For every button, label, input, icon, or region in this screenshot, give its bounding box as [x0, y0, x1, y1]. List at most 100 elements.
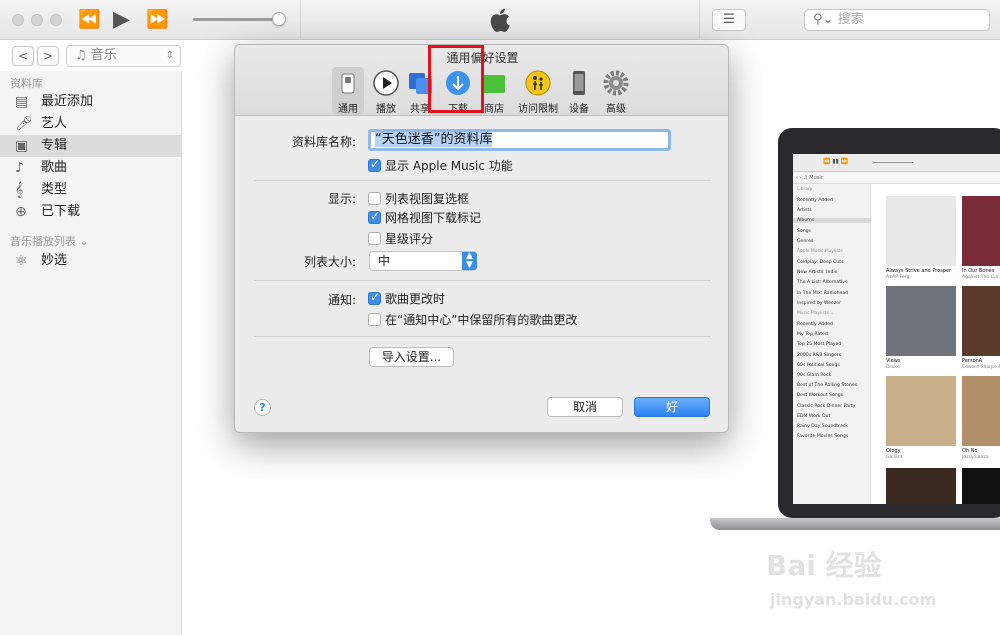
microphone-icon: 🎤︎	[15, 116, 33, 132]
screen-album-cover	[886, 286, 956, 356]
screen-album-cover	[962, 196, 1000, 266]
ok-button[interactable]: 好	[634, 397, 710, 417]
library-name-label: 资料库名称:	[291, 135, 356, 149]
show-apple-music-label: 显示 Apple Music 功能	[385, 159, 513, 173]
screen-album-artist: Drake	[886, 365, 900, 370]
tab-label: 访问限制	[518, 104, 558, 115]
star-rating-label: 星级评分	[385, 232, 434, 246]
show-label: 显示:	[327, 192, 356, 206]
list-checkbox-option[interactable]	[368, 192, 381, 205]
list-size-select[interactable]: 中	[369, 251, 477, 271]
show-apple-music-checkbox[interactable]	[368, 157, 381, 172]
screen-sidebar-item: Recently Added	[797, 198, 833, 203]
library-name-value: “天色迷香”的资料库	[375, 132, 493, 147]
tab-devices[interactable]: 设备	[565, 67, 593, 115]
search-input[interactable]: ⚲⌄ 搜索	[804, 9, 990, 31]
screen-album-cover	[962, 468, 1000, 504]
tab-general[interactable]: 通用	[332, 67, 364, 115]
screen-sidebar-item: Recently Added	[797, 322, 833, 327]
search-icon: ⚲⌄	[813, 12, 834, 27]
screen-playback-icons: ⏪ ▮▮ ⏩	[823, 158, 849, 165]
star-rating-option[interactable]	[368, 232, 381, 245]
screen-nav: ‹ › ♫ Music	[793, 172, 1000, 184]
volume-slider[interactable]	[193, 18, 281, 21]
playlists-header[interactable]: 音乐播放列表 ⌄	[10, 233, 89, 249]
note-icon: ♫	[75, 48, 91, 63]
laptop-lid: ⏪ ▮▮ ⏩ ‹ › ♫ Music Library Recently Added…	[778, 128, 1000, 518]
back-button[interactable]: <	[12, 46, 34, 66]
tab-playback[interactable]: 播放	[371, 67, 401, 115]
tab-advanced[interactable]: 高级	[601, 67, 631, 115]
import-settings-button[interactable]: 导入设置...	[369, 347, 454, 367]
screen-album-artist: Gallant	[886, 455, 903, 460]
media-type-value: 音乐	[90, 48, 117, 63]
laptop-illustration: ⏪ ▮▮ ⏩ ‹ › ♫ Music Library Recently Added…	[710, 128, 1000, 530]
screen-album-cover	[886, 376, 956, 446]
song-change-notify-option[interactable]	[368, 290, 381, 305]
gear-icon	[603, 70, 629, 96]
keep-in-notification-center-option[interactable]	[368, 313, 381, 326]
note-icon: ♪	[15, 160, 24, 176]
screen-album-title: Ology	[886, 448, 901, 454]
general-switch-icon	[341, 73, 355, 94]
sidebar-item-songs[interactable]: ♪ 歌曲	[0, 157, 182, 179]
list-size-label: 列表大小:	[303, 255, 356, 269]
search-placeholder: 搜索	[837, 12, 864, 27]
help-button[interactable]: ?	[254, 399, 271, 416]
screen-sidebar-item: New Artists: Indie	[797, 270, 838, 276]
list-view-icon[interactable]: ☰	[712, 9, 746, 31]
sidebar-item-genius[interactable]: ⚛ 妙选	[0, 250, 182, 272]
sidebar-item-recently-added[interactable]: ▤ 最近添加	[0, 91, 182, 113]
sidebar-item-label: 最近添加	[41, 94, 94, 109]
song-change-notify-label: 歌曲更改时	[385, 292, 446, 306]
zoom-window-button[interactable]	[50, 14, 62, 26]
screen-album-artist: Edward Sharpe &	[962, 365, 1000, 370]
screen-sidebar-item: Classic Rock Dinner Party	[797, 403, 856, 409]
screen-album-artist: Against The Cur	[962, 275, 999, 280]
library-name-field[interactable]: “天色迷香”的资料库	[368, 129, 671, 151]
screen-sidebar-item: Rainy Day Soundtrack	[797, 424, 848, 429]
cancel-button[interactable]: 取消	[547, 397, 623, 417]
volume-knob[interactable]	[272, 12, 286, 26]
rewind-icon[interactable]: ⏪	[78, 8, 100, 32]
forward-button[interactable]: >	[37, 46, 59, 66]
title-bar: ⏪ ▶ ⏩ ☰ ⚲⌄ 搜索	[0, 0, 1000, 40]
play-icon[interactable]: ▶	[113, 8, 130, 32]
apple-icon	[490, 8, 510, 32]
sidebar-item-genres[interactable]: 𝄞 类型	[0, 179, 182, 201]
divider	[254, 180, 711, 181]
grid-download-badge-option[interactable]	[368, 209, 381, 224]
close-window-button[interactable]	[12, 14, 24, 26]
parental-restriction-icon	[525, 70, 551, 96]
screen-sidebar-item: 2000s R&B Singers	[797, 352, 842, 358]
screen-album-artist: Jessy Lanza	[962, 455, 989, 460]
screen-sidebar-item: In The Mix: Radiohead	[797, 290, 849, 296]
sidebar-item-label: 类型	[41, 182, 68, 197]
media-type-select[interactable]: ♫ 音乐 ⇕	[66, 45, 181, 67]
album-icon: ▣	[15, 138, 29, 154]
screen-sidebar-item: EDM Work Out	[797, 413, 831, 419]
screen-sidebar-item: Best Workout Songs	[797, 393, 844, 399]
tab-restrictions[interactable]: 访问限制	[515, 67, 561, 115]
screen-sidebar-header: Music Playlists ⌄	[797, 311, 834, 316]
screen-media: ♫ Music	[803, 175, 824, 181]
play-circle-icon	[373, 70, 399, 96]
tab-label: 设备	[569, 104, 589, 115]
sidebar-item-artists[interactable]: 🎤︎ 艺人	[0, 113, 182, 135]
clock-icon: ▤	[15, 94, 29, 110]
screen-sidebar-item: Coldplay: Deep Cuts	[797, 260, 844, 265]
genius-icon: ⚛	[15, 253, 28, 269]
screen-toolbar: ⏪ ▮▮ ⏩	[793, 154, 1000, 172]
minimize-window-button[interactable]	[31, 14, 43, 26]
screen-sidebar-item: Albums	[793, 218, 871, 224]
screen-album-title: In Our Bones	[962, 268, 995, 274]
device-phone-icon	[573, 71, 585, 95]
screen-album-cover	[962, 376, 1000, 446]
fast-forward-icon[interactable]: ⏩	[146, 8, 168, 32]
list-checkbox-option-label: 列表视图复选框	[385, 192, 470, 206]
grid-download-badge-label: 网格视图下载标记	[385, 211, 482, 225]
screen-album-cover	[962, 286, 1000, 356]
chevron-updown-icon[interactable]: ▲ ▼	[462, 252, 477, 270]
sidebar-item-albums[interactable]: ▣ 专辑	[0, 135, 182, 157]
sidebar-item-downloaded[interactable]: ⊕ 已下载	[0, 201, 182, 223]
